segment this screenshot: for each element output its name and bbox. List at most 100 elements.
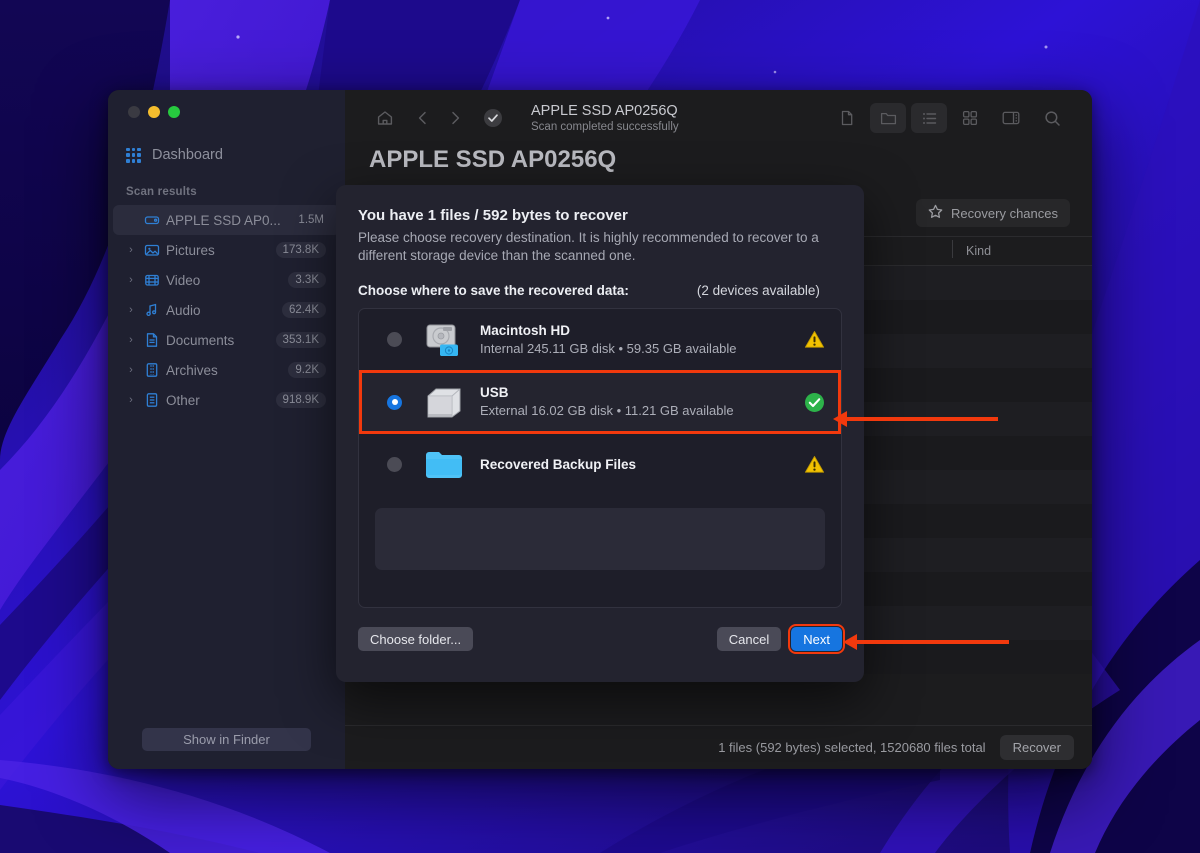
star-icon	[928, 204, 943, 222]
radio-button[interactable]	[387, 332, 402, 347]
preview-pane-icon[interactable]	[993, 103, 1029, 133]
folder-icon	[423, 445, 465, 485]
device-name: Macintosh HD	[480, 322, 571, 338]
grid-view-icon[interactable]	[952, 103, 988, 133]
check-circle-icon[interactable]	[477, 103, 509, 133]
sidebar-item-pictures[interactable]: › Pictures 173.8K	[113, 235, 340, 265]
sidebar-item-label: APPLE SSD AP0...	[166, 212, 281, 228]
next-button[interactable]: Next	[788, 624, 845, 654]
arrow-head-icon	[843, 634, 857, 650]
chevron-right-icon[interactable]: ›	[125, 244, 137, 256]
list-view-icon[interactable]	[911, 103, 947, 133]
choose-folder-button[interactable]: Choose folder...	[358, 627, 474, 651]
device-row-usb[interactable]: USB External 16.02 GB disk • 11.21 GB av…	[359, 370, 841, 434]
radio-button[interactable]	[387, 457, 402, 472]
device-text: Macintosh HD Internal 245.11 GB disk • 5…	[480, 322, 803, 358]
sidebar: Dashboard Scan results › APPLE SSD AP0..…	[108, 90, 345, 769]
maximize-button[interactable]	[168, 106, 180, 118]
empty-destination-slot	[375, 508, 825, 570]
device-row-macintosh-hd[interactable]: Macintosh HD Internal 245.11 GB disk • 5…	[359, 309, 841, 370]
choose-destination-label: Choose where to save the recovered data:	[358, 283, 629, 298]
chevron-right-icon[interactable]: ›	[125, 274, 137, 286]
dashboard-label: Dashboard	[152, 147, 223, 163]
sidebar-item-label: Audio	[166, 302, 201, 318]
sidebar-item-archives[interactable]: › Archives 9.2K	[113, 355, 340, 385]
column-header-kind[interactable]: Kind	[952, 240, 1092, 258]
arrow-shaft	[846, 417, 998, 421]
other-icon	[143, 392, 160, 409]
sidebar-item-video[interactable]: › Video 3.3K	[113, 265, 340, 295]
video-icon	[143, 272, 160, 289]
arrow-to-usb-row	[833, 410, 998, 428]
sidebar-section-label: Scan results	[126, 186, 197, 198]
cancel-button[interactable]: Cancel	[716, 627, 782, 651]
sidebar-item-count: 173.8K	[275, 242, 326, 258]
success-check-icon	[803, 392, 825, 413]
radio-button[interactable]	[387, 394, 402, 410]
external-disk-icon	[423, 382, 465, 422]
dashboard-grid-icon	[126, 147, 141, 163]
page-title: APPLE SSD AP0256Q	[369, 146, 617, 173]
show-in-finder-button[interactable]: Show in Finder	[142, 728, 311, 751]
dialog-subtitle: Please choose recovery destination. It i…	[358, 230, 819, 263]
status-text: 1 files (592 bytes) selected, 1520680 fi…	[718, 740, 986, 755]
desktop: Dashboard Scan results › APPLE SSD AP0..…	[0, 0, 1200, 853]
document-icon	[143, 332, 160, 349]
dialog-choose-row: Choose where to save the recovered data:…	[358, 283, 842, 298]
arrow-to-next-button	[843, 633, 1009, 651]
sidebar-item-audio[interactable]: › Audio 62.4K	[113, 295, 340, 325]
sidebar-item-label: Documents	[166, 332, 235, 348]
device-list: Macintosh HD Internal 245.11 GB disk • 5…	[358, 308, 842, 608]
sidebar-item-dashboard[interactable]: Dashboard	[108, 138, 345, 172]
device-meta: Internal 245.11 GB disk • 59.35 GB avail…	[480, 340, 737, 356]
recovery-chances-label: Recovery chances	[951, 205, 1058, 221]
recovery-destination-dialog: You have 1 files / 592 bytes to recover …	[336, 185, 864, 682]
arrow-head-icon	[833, 411, 847, 427]
recover-button[interactable]: Recover	[999, 735, 1074, 760]
sidebar-item-apple-ssd[interactable]: › APPLE SSD AP0... 1.5M	[113, 205, 340, 235]
sidebar-item-count: 62.4K	[281, 302, 326, 318]
sidebar-item-label: Video	[166, 272, 201, 288]
recovery-chances-button[interactable]: Recovery chances	[916, 199, 1070, 227]
dialog-footer: Choose folder... Cancel Next	[358, 608, 845, 670]
archive-icon	[143, 362, 160, 379]
home-icon[interactable]	[369, 103, 401, 133]
chevron-left-icon[interactable]	[407, 103, 439, 133]
devices-available-label: (2 devices available)	[696, 283, 820, 298]
audio-icon	[143, 302, 160, 319]
close-button[interactable]	[128, 106, 140, 118]
search-icon[interactable]	[1034, 103, 1070, 133]
sidebar-item-count: 918.9K	[275, 392, 326, 408]
minimize-button[interactable]	[148, 106, 160, 118]
sidebar-item-count: 9.2K	[288, 362, 326, 378]
chevron-right-icon[interactable]: ›	[125, 334, 137, 346]
arrow-shaft	[856, 640, 1009, 644]
picture-icon	[143, 242, 160, 259]
chevron-right-icon[interactable]: ›	[125, 304, 137, 316]
device-text: Recovered Backup Files	[480, 456, 803, 474]
sidebar-item-documents[interactable]: › Documents 353.1K	[113, 325, 340, 355]
sidebar-footer: Show in Finder	[108, 728, 345, 769]
dialog-title: You have 1 files / 592 bytes to recover	[358, 207, 628, 224]
folder-icon[interactable]	[870, 103, 906, 133]
chevron-right-icon[interactable]	[439, 103, 471, 133]
device-name: USB	[480, 385, 509, 400]
sidebar-item-label: Other	[166, 392, 200, 408]
sidebar-item-label: Pictures	[166, 242, 215, 258]
sidebar-item-count: 353.1K	[275, 332, 326, 348]
toolbar-right-group	[829, 103, 1070, 133]
chevron-right-icon[interactable]: ›	[125, 364, 137, 376]
sidebar-item-count: 3.3K	[288, 272, 326, 288]
device-text: USB External 16.02 GB disk • 11.21 GB av…	[480, 384, 803, 420]
disk-icon	[143, 212, 160, 229]
sidebar-item-count: 1.5M	[298, 214, 324, 226]
warning-icon	[803, 330, 825, 349]
content-header: APPLE SSD AP0256Q	[345, 146, 1092, 190]
file-icon[interactable]	[829, 103, 865, 133]
device-meta: External 16.02 GB disk • 11.21 GB availa…	[480, 403, 734, 418]
device-name: Recovered Backup Files	[480, 456, 637, 472]
chevron-right-icon[interactable]: ›	[125, 394, 137, 406]
sidebar-item-other[interactable]: › Other 918.9K	[113, 385, 340, 415]
toolbar: APPLE SSD AP0256Q Scan completed success…	[345, 90, 1092, 146]
device-row-recovered-backup-files[interactable]: Recovered Backup Files	[359, 434, 841, 495]
